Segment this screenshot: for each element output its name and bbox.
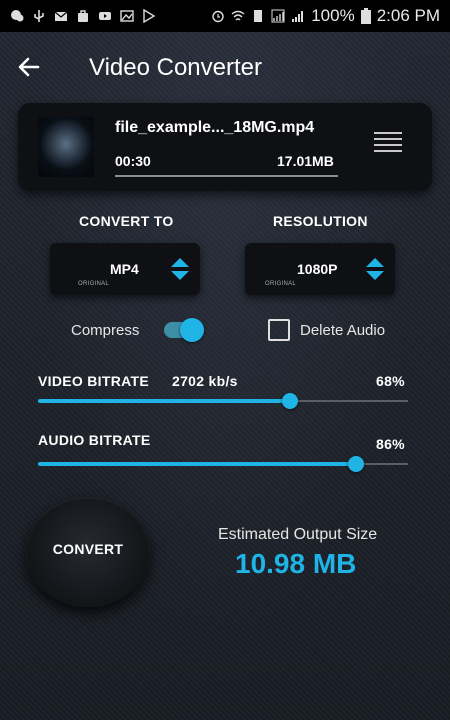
compress-toggle[interactable] xyxy=(164,318,204,342)
mail-icon xyxy=(54,11,68,21)
audio-bitrate-label: AUDIO BITRATE xyxy=(38,432,151,448)
play-store-icon xyxy=(143,9,156,23)
audio-bitrate-fill xyxy=(38,462,356,466)
file-duration: 00:30 xyxy=(115,153,151,169)
format-sublabel: ORIGINAL xyxy=(78,281,110,287)
alarm-icon xyxy=(212,10,224,23)
delete-audio-label: Delete Audio xyxy=(300,322,386,339)
page-title: Video Converter xyxy=(89,54,262,81)
up-down-arrows-icon[interactable] xyxy=(170,257,190,281)
wifi-icon xyxy=(231,10,245,21)
battery-icon xyxy=(360,8,371,24)
video-bitrate-label: VIDEO BITRATE xyxy=(38,373,149,389)
usb-icon xyxy=(34,10,44,22)
compress-label: Compress xyxy=(71,322,140,339)
app-bar: Video Converter xyxy=(0,32,450,102)
convert-to-label: CONVERT TO xyxy=(79,213,174,229)
toggle-knob xyxy=(180,318,204,342)
video-bitrate-fill xyxy=(38,399,290,403)
back-arrow-icon[interactable] xyxy=(16,54,42,80)
convert-button-label: CONVERT xyxy=(52,541,124,557)
file-size: 17.01MB xyxy=(277,153,334,169)
youtube-icon xyxy=(99,12,111,20)
sim-icon xyxy=(254,10,263,22)
file-name: file_example..._18MG.mp4 xyxy=(115,119,315,136)
estimated-size-value: 10.98 MB xyxy=(235,548,357,579)
video-bitrate-thumb[interactable] xyxy=(282,393,298,409)
signal-icon-2 xyxy=(292,11,304,22)
delete-audio-checkbox[interactable] xyxy=(268,319,290,341)
resolution-selector[interactable]: 1080P ORIGINAL xyxy=(245,243,395,295)
file-divider xyxy=(115,175,338,177)
chat-icon xyxy=(11,10,24,22)
up-down-arrows-icon[interactable] xyxy=(365,257,385,281)
resolution-label: RESOLUTION xyxy=(273,213,368,229)
notification-icons xyxy=(10,9,156,23)
resolution-sublabel: ORIGINAL xyxy=(265,281,297,287)
file-card: file_example..._18MG.mp4 00:30 17.01MB xyxy=(18,103,432,191)
estimated-size-label: Estimated Output Size xyxy=(218,526,378,543)
menu-icon[interactable] xyxy=(374,132,402,154)
clock: 2:06 PM xyxy=(376,6,440,25)
video-bitrate-value: 2702 kb/s xyxy=(172,373,238,389)
signal-icon-1 xyxy=(271,9,285,23)
status-bar: 100% 2:06 PM xyxy=(0,0,450,32)
image-icon xyxy=(120,10,134,22)
resolution-value: 1080P xyxy=(297,261,338,277)
format-value: MP4 xyxy=(110,261,139,277)
battery-percent: 100% xyxy=(311,6,355,25)
format-selector[interactable]: MP4 ORIGINAL xyxy=(50,243,200,295)
convert-button[interactable]: CONVERT xyxy=(26,497,150,607)
bag-icon xyxy=(78,10,88,22)
video-bitrate-percent: 68% xyxy=(376,373,405,389)
system-icons: 100% 2:06 PM xyxy=(211,6,440,26)
audio-bitrate-thumb[interactable] xyxy=(348,456,364,472)
audio-bitrate-percent: 86% xyxy=(376,436,405,452)
video-thumbnail xyxy=(38,117,94,177)
